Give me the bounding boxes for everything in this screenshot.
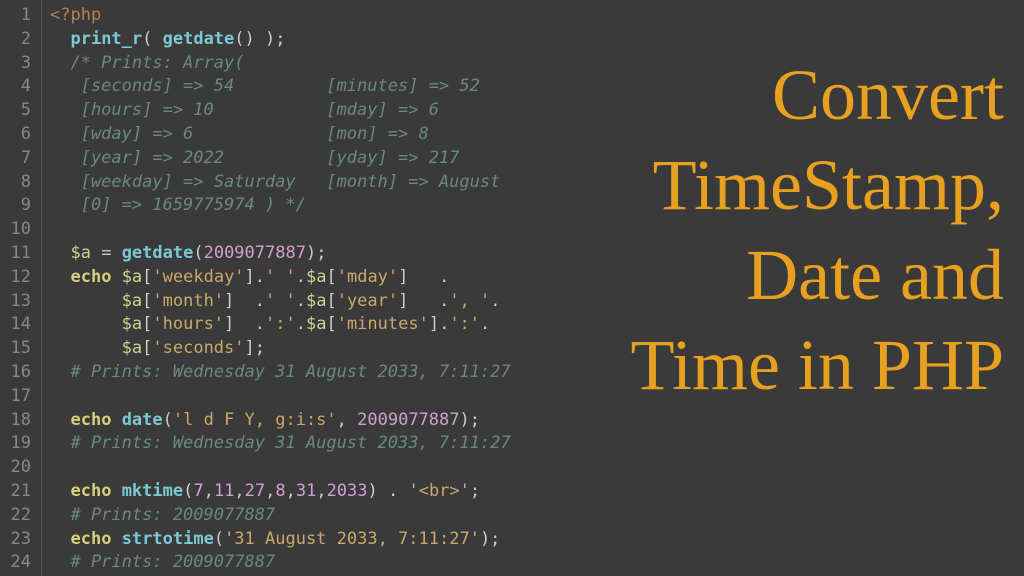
line-number: 8 <box>0 171 41 195</box>
line-number: 24 <box>0 551 41 575</box>
code-line: print_r( getdate() ); <box>50 28 1024 52</box>
line-number: 5 <box>0 99 41 123</box>
line-number: 2 <box>0 28 41 52</box>
line-number: 18 <box>0 409 41 433</box>
title-line: Convert <box>631 50 1005 140</box>
line-number: 23 <box>0 528 41 552</box>
line-number: 4 <box>0 75 41 99</box>
line-number: 10 <box>0 218 41 242</box>
line-number: 15 <box>0 337 41 361</box>
line-number: 12 <box>0 266 41 290</box>
line-number: 22 <box>0 504 41 528</box>
line-number: 1 <box>0 4 41 28</box>
title-line: TimeStamp, <box>631 140 1005 230</box>
code-line: echo mktime(7,11,27,8,31,2033) . '<br>'; <box>50 480 1024 504</box>
line-number: 13 <box>0 290 41 314</box>
line-number: 9 <box>0 194 41 218</box>
title-overlay: Convert TimeStamp, Date and Time in PHP <box>631 50 1005 410</box>
code-line: echo strtotime('31 August 2033, 7:11:27'… <box>50 528 1024 552</box>
code-line: # Prints: 2009077887 <box>50 504 1024 528</box>
title-line: Date and <box>631 230 1005 320</box>
line-number: 6 <box>0 123 41 147</box>
line-number: 7 <box>0 147 41 171</box>
line-number: 20 <box>0 456 41 480</box>
line-number: 14 <box>0 313 41 337</box>
code-line: echo date('l d F Y, g:i:s', 2009077887); <box>50 409 1024 433</box>
line-number: 19 <box>0 432 41 456</box>
code-line <box>50 456 1024 480</box>
code-line: <?php <box>50 4 1024 28</box>
title-line: Time in PHP <box>631 320 1005 410</box>
line-number: 21 <box>0 480 41 504</box>
line-number: 11 <box>0 242 41 266</box>
line-number-gutter: 123456789101112131415161718192021222324 <box>0 0 42 576</box>
code-line: # Prints: 2009077887 <box>50 551 1024 575</box>
line-number: 17 <box>0 385 41 409</box>
line-number: 16 <box>0 361 41 385</box>
code-line: # Prints: Wednesday 31 August 2033, 7:11… <box>50 432 1024 456</box>
line-number: 3 <box>0 52 41 76</box>
